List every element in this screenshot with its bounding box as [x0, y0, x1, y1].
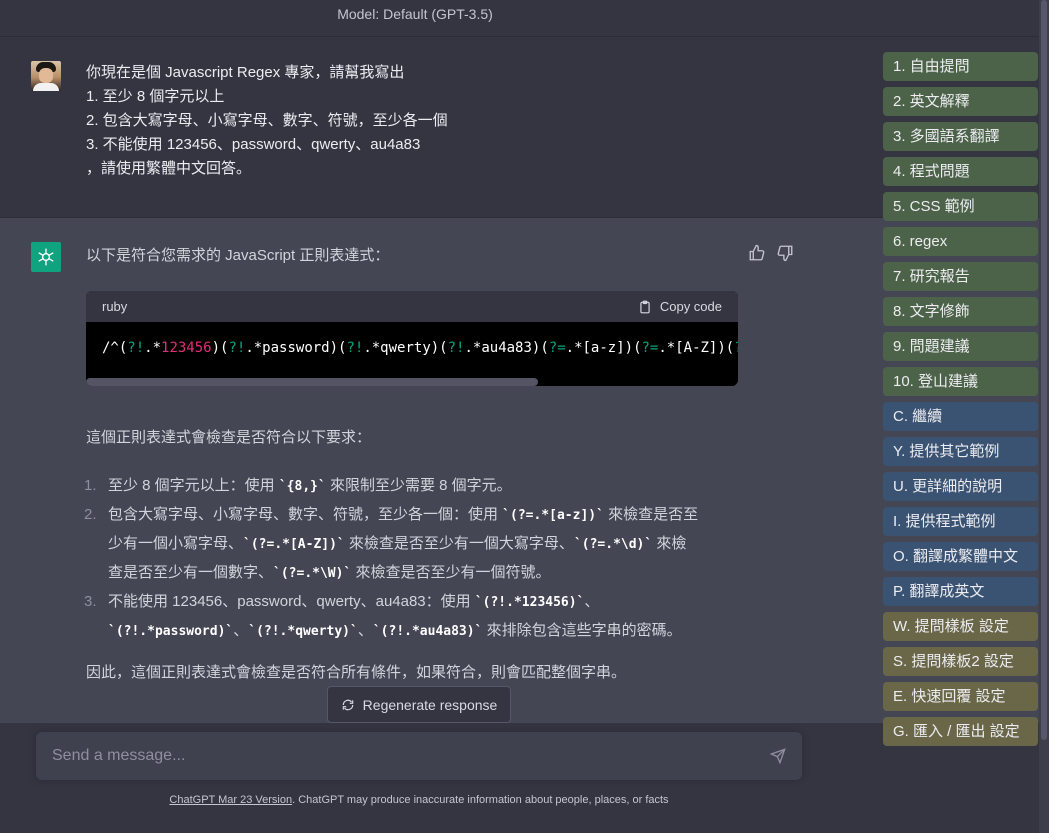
shortcut-button[interactable]: S. 提問樣板2 設定 [883, 647, 1038, 676]
shortcut-button[interactable]: 2. 英文解釋 [883, 87, 1038, 116]
code-token: ?= [641, 340, 659, 356]
chatgpt-logo-icon [31, 242, 61, 272]
code-token: .*au4a83)( [464, 340, 549, 356]
shortcut-button[interactable]: I. 提供程式範例 [883, 507, 1038, 536]
code-block: ruby Copy code /^(?!.*123456)(?!.*passwo… [86, 291, 738, 386]
shortcut-button[interactable]: 4. 程式問題 [883, 157, 1038, 186]
code-token: ?! [447, 340, 465, 356]
shortcut-button[interactable]: Y. 提供其它範例 [883, 437, 1038, 466]
shortcut-button[interactable]: C. 繼續 [883, 402, 1038, 431]
explanation-heading: 這個正則表達式會檢查是否符合以下要求： [86, 429, 372, 446]
code-content: /^(?!.*123456)(?!.*password)(?!.*qwerty)… [86, 322, 738, 386]
code-token: .*qwerty)( [363, 340, 448, 356]
conclusion-text: 因此，這個正則表達式會檢查是否符合所有條件，如果符合，則會匹配整個字串。 [86, 664, 627, 681]
shortcut-button[interactable]: G. 匯入 / 匯出 設定 [883, 717, 1038, 746]
list-item: 1. 至少 8 個字元以上：使用 `{8,}` 來限制至少需要 8 個字元。 [84, 477, 512, 494]
user-line: ，請使用繁體中文回答。 [86, 160, 252, 177]
shortcut-button[interactable]: 5. CSS 範例 [883, 192, 1038, 221]
page-scrollbar[interactable] [1039, 0, 1049, 833]
regenerate-response-button[interactable]: Regenerate response [327, 686, 511, 723]
user-line: 3. 不能使用 123456、password、qwerty、au4a83 [86, 136, 421, 153]
scrollbar-thumb[interactable] [1041, 0, 1047, 740]
code-token: /^( [102, 340, 128, 356]
user-line: 2. 包含大寫字母、小寫字母、數字、符號，至少各一個 [86, 112, 448, 129]
code-token: ?= [548, 340, 566, 356]
version-link[interactable]: ChatGPT Mar 23 Version [169, 794, 292, 806]
footer-disclaimer: ChatGPT Mar 23 Version. ChatGPT may prod… [169, 794, 669, 806]
copy-code-button[interactable]: Copy code [638, 299, 722, 314]
code-token: ? [734, 340, 738, 356]
regenerate-label: Regenerate response [362, 696, 498, 713]
send-icon[interactable] [770, 748, 786, 764]
message-input[interactable]: Send a message... [36, 732, 802, 780]
user-message-text: 你現在是個 Javascript Regex 專家，請幫我寫出 1. 至少 8 … [86, 61, 786, 181]
shortcut-button[interactable]: 9. 問題建議 [883, 332, 1038, 361]
refresh-icon [342, 699, 353, 710]
shortcut-button[interactable]: P. 翻譯成英文 [883, 577, 1038, 606]
code-line: /^(?!.*123456)(?!.*password)(?!.*qwerty)… [102, 340, 738, 356]
shortcut-button[interactable]: E. 快速回覆 設定 [883, 682, 1038, 711]
shortcut-button[interactable]: 8. 文字修飾 [883, 297, 1038, 326]
shortcut-button[interactable]: 1. 自由提問 [883, 52, 1038, 81]
code-token: 123456 [161, 340, 212, 356]
thumbs-up-icon[interactable] [748, 244, 766, 262]
clipboard-icon [640, 300, 650, 313]
shortcut-button[interactable]: 7. 研究報告 [883, 262, 1038, 291]
feedback-buttons [748, 244, 794, 262]
copy-code-label: Copy code [659, 299, 722, 314]
code-token: .*[A-Z])( [658, 340, 735, 356]
shortcut-button[interactable]: U. 更詳細的說明 [883, 472, 1038, 501]
user-avatar [31, 61, 61, 91]
code-token: .*[a-z])( [565, 340, 642, 356]
code-token: ?! [228, 340, 246, 356]
shortcut-button[interactable]: W. 提問樣板 設定 [883, 612, 1038, 641]
model-label: Model: Default (GPT-3.5) [337, 6, 493, 22]
code-token: .*password)( [245, 340, 347, 356]
prompt-shortcut-panel: 1. 自由提問 2. 英文解釋 3. 多國語系翻譯 4. 程式問題 5. CSS 範例 6… [883, 52, 1038, 752]
code-header: ruby Copy code [86, 291, 738, 322]
code-token: ?! [346, 340, 364, 356]
top-bar: Model: Default (GPT-3.5) [0, 0, 1049, 37]
shortcut-button[interactable]: 10. 登山建議 [883, 367, 1038, 396]
message-placeholder: Send a message... [52, 747, 186, 764]
list-item: 3. 不能使用 123456、password、qwerty、au4a83：使用… [84, 593, 682, 639]
shortcut-button[interactable]: 3. 多國語系翻譯 [883, 122, 1038, 151]
code-token: )( [211, 340, 229, 356]
shortcut-button[interactable]: 6. regex [883, 227, 1038, 256]
list-item: 2. 包含大寫字母、小寫字母、數字、符號，至少各一個：使用 `(?=.*[a-z… [84, 506, 699, 581]
requirements-list: 1. 至少 8 個字元以上：使用 `{8,}` 來限制至少需要 8 個字元。 2… [84, 472, 746, 646]
assistant-intro: 以下是符合您需求的 JavaScript 正則表達式： [86, 247, 390, 264]
user-line: 1. 至少 8 個字元以上 [86, 88, 225, 105]
shortcut-button[interactable]: O. 翻譯成繁體中文 [883, 542, 1038, 571]
code-token: .* [144, 340, 162, 356]
thumbs-down-icon[interactable] [776, 244, 794, 262]
code-language: ruby [102, 299, 128, 314]
user-line: 你現在是個 Javascript Regex 專家，請幫我寫出 [86, 64, 405, 81]
code-horizontal-scrollbar[interactable] [86, 378, 538, 386]
code-token: ?! [127, 340, 145, 356]
